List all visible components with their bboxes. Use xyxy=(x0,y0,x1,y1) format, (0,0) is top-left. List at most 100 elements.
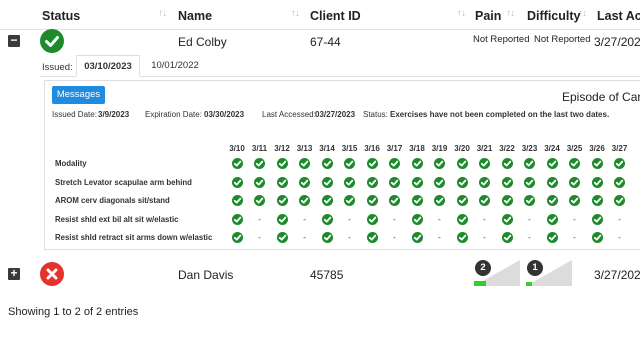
completed-check-icon xyxy=(366,232,378,243)
client-id: 67-44 xyxy=(310,35,341,49)
completed-check-icon xyxy=(389,195,400,206)
column-header-last-accessed[interactable]: Last Acce xyxy=(597,9,640,23)
completed-check-icon xyxy=(591,195,603,206)
tab-issued-03-10-2023[interactable]: 03/10/2023 xyxy=(76,55,140,77)
sort-icon[interactable]: ↑↓ xyxy=(506,8,515,19)
last-accessed-date: 03/27/2023 xyxy=(315,110,356,119)
date-column-header: 3/17 xyxy=(386,144,403,153)
completed-check-icon xyxy=(546,158,558,169)
date-column-header: 3/20 xyxy=(454,144,470,153)
date-column-header: 3/11 xyxy=(251,144,268,153)
exercise-name: AROM cerv diagonals sit/stand xyxy=(55,196,170,205)
completed-check-icon xyxy=(231,176,243,188)
completed-check-icon xyxy=(501,158,513,169)
column-header-difficulty[interactable]: Difficulty xyxy=(527,9,580,23)
pain-level-badge: 2 xyxy=(475,260,491,276)
date-column-header: 3/22 xyxy=(499,144,515,153)
exercise-name: Resist shld ext bil alt sit w/elastic xyxy=(55,214,179,224)
completed-check-icon xyxy=(276,232,288,243)
messages-button[interactable]: Messages xyxy=(52,86,105,104)
not-completed-mark: - xyxy=(303,214,306,224)
completed-check-icon xyxy=(479,195,490,206)
table-info: Showing 1 to 2 of 2 entries xyxy=(8,306,139,318)
completed-check-icon xyxy=(321,158,333,169)
not-completed-mark: - xyxy=(438,233,441,242)
exercise-name: Resist shld retract sit arms down w/elas… xyxy=(55,233,213,242)
expand-row-button[interactable]: + xyxy=(8,267,20,280)
not-completed-mark: - xyxy=(303,233,306,242)
sort-icon[interactable]: ↑↓ xyxy=(291,8,300,19)
pain-gauge: 2 xyxy=(472,258,520,286)
status-message: Exercises have not been completed on the… xyxy=(390,110,610,119)
difficulty-level-badge: 1 xyxy=(527,260,543,276)
sort-icon[interactable]: ↑↓ xyxy=(158,8,167,19)
completed-check-icon xyxy=(479,176,490,188)
last-accessed-value: 3/27/202 xyxy=(594,35,640,49)
difficulty-gauge: 1 xyxy=(524,258,572,286)
expiration-date-label: Expiration Date: xyxy=(145,110,202,119)
completed-check-icon xyxy=(321,195,333,206)
client-name[interactable]: Ed Colby xyxy=(178,35,227,49)
episode-title: Episode of Care xyxy=(562,90,640,104)
issued-date-label: Issued Date: xyxy=(52,110,97,119)
completed-check-icon xyxy=(546,232,558,243)
completed-check-icon xyxy=(479,158,490,169)
column-header-name[interactable]: Name xyxy=(178,9,212,23)
completed-check-icon xyxy=(321,213,333,225)
completed-check-icon xyxy=(434,195,445,206)
completed-check-icon xyxy=(254,176,265,188)
x-circle-icon xyxy=(40,262,64,286)
completed-check-icon xyxy=(411,232,423,243)
tab-issued-10-01-2022[interactable]: 10/01/2022 xyxy=(146,55,204,77)
column-header-status[interactable]: Status xyxy=(42,9,80,23)
last-accessed-value: 3/27/202 xyxy=(594,268,640,282)
collapse-row-button[interactable]: − xyxy=(8,34,20,47)
completed-check-icon xyxy=(344,176,355,188)
date-column-header: 3/15 xyxy=(341,144,358,153)
completed-check-icon xyxy=(344,158,355,169)
date-column-header: 3/25 xyxy=(566,144,583,153)
not-completed-mark: - xyxy=(348,233,351,242)
not-completed-mark: - xyxy=(618,214,621,224)
date-column-header: 3/24 xyxy=(544,144,560,153)
table-header: Status ↑↓ Name ↑↓ Client ID ↑↓ Pain ↑↓ D… xyxy=(0,0,640,30)
exercise-name: Stretch Levator scapulae arm behind xyxy=(55,177,192,187)
status-label: Status: xyxy=(363,110,388,119)
sort-icon[interactable]: ↑↓ xyxy=(457,8,466,19)
completed-check-icon xyxy=(434,176,445,188)
completed-check-icon xyxy=(569,195,580,206)
column-header-client-id[interactable]: Client ID xyxy=(310,9,361,23)
column-header-pain[interactable]: Pain xyxy=(475,9,501,23)
not-completed-mark: - xyxy=(393,233,396,242)
completed-check-icon xyxy=(546,195,558,206)
completed-check-icon xyxy=(434,158,445,169)
completed-check-icon xyxy=(501,176,513,188)
completed-check-icon xyxy=(344,195,355,206)
completed-check-icon xyxy=(411,213,423,225)
completed-check-icon xyxy=(231,158,243,169)
client-id: 45785 xyxy=(310,268,344,282)
sort-icon[interactable]: ↑↓ xyxy=(578,8,587,19)
not-completed-mark: - xyxy=(528,233,531,242)
pain-value: Not Reported xyxy=(473,34,530,45)
not-completed-mark: - xyxy=(258,233,261,242)
completed-check-icon xyxy=(276,195,288,206)
issued-date-value: 3/9/2023 xyxy=(98,110,130,119)
completed-check-icon xyxy=(411,176,423,188)
completed-check-icon xyxy=(524,158,535,169)
date-column-header: 3/27 xyxy=(611,144,628,153)
completed-check-icon xyxy=(501,195,513,206)
check-circle-icon xyxy=(40,29,64,53)
completed-check-icon xyxy=(366,195,378,206)
difficulty-value: Not Reported xyxy=(534,34,591,45)
completed-check-icon xyxy=(456,158,468,169)
client-name[interactable]: Dan Davis xyxy=(178,268,233,282)
completed-check-icon xyxy=(456,176,468,188)
completed-check-icon xyxy=(591,232,603,243)
date-column-header: 3/10 xyxy=(229,144,245,153)
completed-check-icon xyxy=(524,195,535,206)
not-completed-mark: - xyxy=(393,214,396,224)
completed-check-icon xyxy=(366,176,378,188)
completed-check-icon xyxy=(591,176,603,188)
completed-check-icon xyxy=(501,213,513,225)
